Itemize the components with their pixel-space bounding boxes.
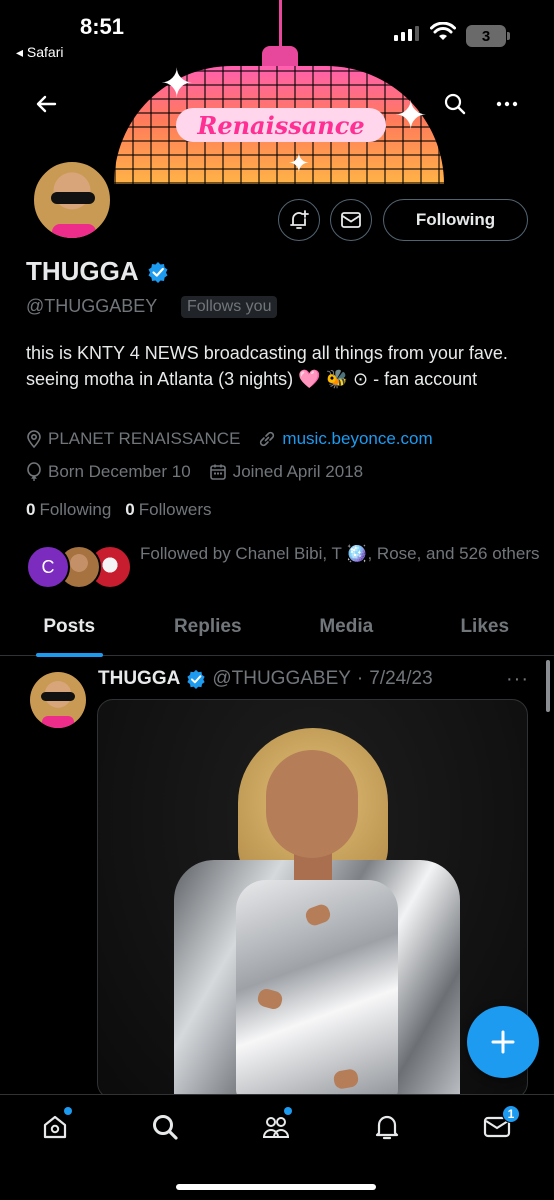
follow-counts: 0 Following 0 Followers: [26, 500, 212, 520]
joined-text: Joined April 2018: [232, 462, 364, 481]
post-header: THUGGA @THUGGABEY · 7/24/23: [98, 668, 433, 690]
display-name: THUGGA: [26, 256, 139, 286]
followers-count-link[interactable]: 0 Followers: [125, 500, 211, 520]
message-button[interactable]: [330, 199, 372, 241]
website-link[interactable]: music.beyonce.com: [282, 429, 432, 449]
plus-icon: [491, 1030, 515, 1054]
calendar-icon: [209, 464, 226, 480]
followed-by-text: Followed by Chanel Bibi, T 🪩, Rose, and …: [140, 544, 540, 563]
profile-joined: Joined April 2018: [209, 462, 363, 482]
messages-badge: 1: [502, 1105, 520, 1123]
avatar-sunglasses: [41, 692, 75, 701]
cellular-signal-icon: [394, 26, 419, 41]
avatar-outfit: [42, 716, 74, 728]
followers-label: Followers: [138, 500, 212, 519]
verified-badge-icon[interactable]: [147, 261, 169, 283]
nav-messages[interactable]: 1: [472, 1105, 522, 1147]
follows-you-badge: Follows you: [181, 296, 278, 318]
home-notification-dot: [64, 1107, 72, 1115]
post-author-name[interactable]: THUGGA: [98, 668, 180, 690]
followers-count: 0: [125, 500, 135, 519]
battery-icon: 3: [466, 25, 510, 47]
profile-meta-row-2: Born December 10 Joined April 2018: [26, 462, 381, 482]
followed-by-avatars: C: [26, 545, 134, 589]
post-more-button[interactable]: ···: [506, 668, 529, 691]
following-count: 0: [26, 500, 36, 519]
profile-website[interactable]: music.beyonce.com: [258, 429, 433, 449]
tab-likes[interactable]: Likes: [416, 604, 554, 655]
notifications-icon: [375, 1115, 399, 1140]
search-icon: [444, 93, 466, 115]
communities-notification-dot: [284, 1107, 292, 1115]
search-icon: [153, 1115, 178, 1140]
followed-by-section[interactable]: C Followed by Chanel Bibi, T 🪩, Rose, an…: [26, 541, 546, 597]
tab-posts[interactable]: Posts: [0, 604, 139, 657]
profile-tabs: Posts Replies Media Likes: [0, 604, 554, 657]
profile-bio: this is KNTY 4 NEWS broadcasting all thi…: [26, 343, 508, 389]
location-pin-icon: [27, 430, 41, 448]
nav-search[interactable]: [140, 1107, 190, 1147]
profile-name-row: THUGGA: [26, 256, 169, 287]
follower-avatar: C: [26, 545, 70, 589]
more-options-button[interactable]: [487, 84, 527, 124]
scrollbar[interactable]: [546, 660, 550, 712]
back-button[interactable]: [26, 84, 66, 124]
more-horizontal-icon: [496, 101, 518, 107]
profile-location: PLANET RENAISSANCE: [26, 429, 240, 449]
search-button[interactable]: [435, 84, 475, 124]
notifications-subscribe-button[interactable]: [278, 199, 320, 241]
nav-notifications[interactable]: [362, 1107, 412, 1147]
avatar-sunglasses: [51, 192, 95, 204]
banner-title: Renaissance: [176, 108, 386, 142]
status-time: 8:51: [80, 14, 125, 39]
profile-handle: @THUGGABEY: [26, 296, 158, 316]
post-separator: ·: [356, 668, 364, 689]
back-to-app-link[interactable]: ◂ Safari: [16, 44, 64, 61]
arrow-left-icon: [36, 95, 57, 113]
status-bar: 8:51 ◂ Safari 3: [0, 0, 554, 70]
sparkle-icon: ✦: [394, 94, 428, 138]
post-date[interactable]: 7/24/23: [369, 668, 432, 690]
compose-post-button[interactable]: [467, 1006, 539, 1078]
profile-meta-row-1: PLANET RENAISSANCE music.beyonce.com: [26, 429, 451, 449]
following-label: Following: [39, 500, 112, 519]
location-text: PLANET RENAISSANCE: [48, 429, 241, 448]
following-count-link[interactable]: 0 Following: [26, 500, 111, 520]
envelope-icon: [341, 212, 361, 228]
sparkle-icon: ✦: [160, 62, 194, 106]
verified-badge-icon: [187, 669, 205, 689]
nav-communities[interactable]: [251, 1107, 301, 1147]
wifi-icon: [430, 21, 456, 47]
photo-face: [266, 750, 358, 858]
tab-replies[interactable]: Replies: [139, 604, 278, 655]
post-avatar[interactable]: [30, 672, 86, 728]
post-author-handle[interactable]: @THUGGABEY: [212, 668, 351, 690]
profile-birthday: Born December 10: [26, 462, 191, 482]
birthday-text: Born December 10: [48, 462, 191, 481]
link-icon: [260, 431, 275, 447]
communities-icon: [262, 1117, 290, 1138]
profile-avatar[interactable]: [30, 158, 114, 242]
avatar-outfit: [52, 224, 96, 238]
sparkle-icon: ✦: [288, 148, 310, 178]
post-image[interactable]: [97, 699, 528, 1099]
following-button[interactable]: Following: [383, 199, 528, 241]
bell-plus-icon: [290, 210, 309, 229]
home-indicator[interactable]: [176, 1184, 376, 1190]
nav-home[interactable]: [30, 1107, 80, 1147]
balloon-icon: [27, 462, 41, 481]
tab-media[interactable]: Media: [277, 604, 416, 655]
home-icon: [43, 1115, 67, 1139]
